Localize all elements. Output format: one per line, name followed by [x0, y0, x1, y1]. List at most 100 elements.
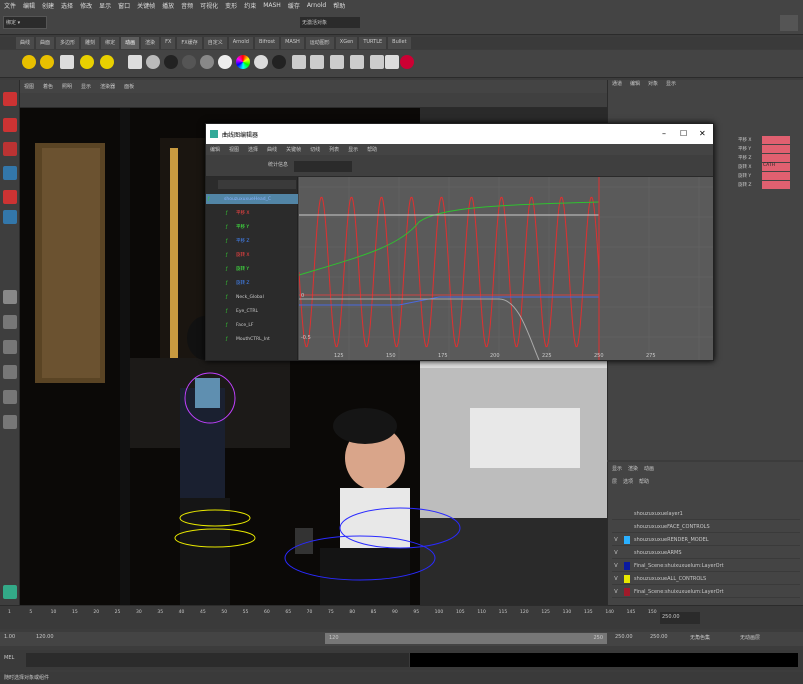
light-icon[interactable] [40, 55, 54, 69]
material-sphere-icon[interactable] [200, 55, 214, 69]
menu-item[interactable]: 关键帧 [137, 1, 155, 10]
outliner-row[interactable]: ƒ 平移 Y [206, 222, 298, 232]
layer-row[interactable]: V Final_Scene:shuixuxuelum:LayerOrt [612, 586, 800, 598]
select-tool-icon[interactable] [3, 92, 17, 106]
outliner-row[interactable]: ƒ Neck_Global [206, 292, 298, 302]
paint-tool-icon[interactable] [3, 142, 17, 156]
menu-item[interactable]: 播放 [162, 1, 174, 10]
menu-item[interactable]: 创建 [42, 1, 54, 10]
layer-visibility[interactable]: V [612, 576, 620, 582]
layer-color-swatch[interactable] [624, 522, 630, 531]
stats-field[interactable] [294, 161, 352, 172]
material-sphere-icon[interactable] [146, 55, 160, 69]
channelbox-tab[interactable]: 通道 [612, 80, 622, 91]
shelf-tab[interactable]: 动画 [121, 37, 140, 49]
light-icon[interactable] [100, 55, 114, 69]
lasso-tool-icon[interactable] [3, 118, 17, 132]
layout-icon[interactable] [3, 290, 17, 304]
menu-item[interactable]: Arnold [307, 2, 326, 9]
menu-item[interactable]: 缓存 [288, 1, 300, 10]
minimize-icon[interactable]: – [662, 129, 666, 138]
graph-editor-graph[interactable]: 125 150 175 200 225 250 275 0 -0.5 [299, 177, 713, 360]
layout-icon[interactable] [3, 390, 17, 404]
layer-row[interactable]: V Final_Scene:shuixuxuelum:LayerOrt [612, 560, 800, 572]
viewport-menu-item[interactable]: 着色 [43, 83, 53, 90]
shelf-tab[interactable]: MASH [281, 37, 304, 49]
outliner-filter-input[interactable] [218, 180, 296, 189]
texture-icon[interactable] [330, 55, 344, 69]
shelf-tab[interactable]: 雕刻 [81, 37, 100, 49]
viewport-menu-item[interactable]: 显示 [81, 83, 91, 90]
menu-item[interactable]: 修改 [80, 1, 92, 10]
layer-color-swatch[interactable] [624, 509, 630, 518]
rotate-tool-icon[interactable] [3, 190, 17, 204]
move-tool-icon[interactable] [3, 166, 17, 180]
layer-color-swatch[interactable] [624, 561, 630, 570]
layer-row[interactable]: VshouzuxuxueARMS [612, 547, 800, 559]
outliner-row[interactable]: ƒ 旋转 Z [206, 278, 298, 288]
viewport-menu-item[interactable]: 视图 [24, 83, 34, 90]
anim-layer-menu[interactable]: 无动画层 [740, 634, 760, 641]
ge-menu-item[interactable]: 帮助 [367, 146, 377, 153]
menu-item[interactable]: 音频 [181, 1, 193, 10]
ge-menu-item[interactable]: 切线 [310, 146, 320, 153]
render-icon[interactable] [128, 55, 142, 69]
color-wheel-icon[interactable] [236, 55, 250, 69]
shelf-tab[interactable]: 运动图形 [305, 37, 334, 49]
outliner-row[interactable]: ƒ 平移 X [206, 208, 298, 218]
shelf-tab[interactable]: TURTLE [359, 37, 387, 49]
ge-menu-item[interactable]: 显示 [348, 146, 358, 153]
shelf-tab[interactable]: FX缓存 [177, 37, 202, 49]
layer-visibility[interactable]: V [612, 537, 620, 543]
layer-menu-item[interactable]: 选项 [623, 478, 633, 485]
shelf-tab[interactable]: XGen [335, 37, 358, 49]
channelbox-tab[interactable]: 显示 [666, 80, 676, 91]
shelf-tab[interactable]: 多边形 [56, 37, 80, 49]
channel-value[interactable] [762, 180, 790, 189]
texture-icon[interactable] [292, 55, 306, 69]
menu-item[interactable]: 选择 [61, 1, 73, 10]
menu-item[interactable]: 帮助 [333, 1, 345, 10]
outliner-row[interactable]: ƒ Face_LF [206, 320, 298, 330]
layer-color-swatch[interactable] [624, 535, 630, 544]
outliner-icon[interactable] [3, 585, 17, 599]
ge-menu-item[interactable]: 编辑 [210, 146, 220, 153]
outliner-row[interactable]: ƒ 旋转 X [206, 250, 298, 260]
mel-input[interactable] [26, 653, 409, 667]
shelf-tab[interactable]: FX [161, 37, 176, 49]
panel-toggle-icon[interactable] [780, 15, 798, 31]
character-set-menu[interactable]: 无角色集 [690, 634, 710, 641]
layer-row[interactable]: VshouzuxuxueRENDER_MODEL [612, 534, 800, 546]
shelf-tab[interactable]: Arnold [228, 37, 253, 49]
material-sphere-icon[interactable] [164, 55, 178, 69]
viewport-menu-item[interactable]: 渲染器 [100, 83, 115, 90]
layout-icon[interactable] [3, 315, 17, 329]
range-end-2[interactable]: 250.00 [650, 634, 668, 640]
layer-visibility[interactable]: V [612, 589, 620, 595]
layer-color-swatch[interactable] [624, 574, 630, 583]
ge-menu-item[interactable]: 视图 [229, 146, 239, 153]
camera-icon[interactable] [60, 55, 74, 69]
object-field[interactable]: 无激活对象 [300, 17, 360, 28]
channel-value[interactable] [762, 171, 790, 180]
menu-item[interactable]: MASH [263, 2, 281, 9]
layer-color-swatch[interactable] [624, 548, 630, 557]
menu-item[interactable]: 变形 [225, 1, 237, 10]
layer-visibility[interactable]: V [612, 563, 620, 569]
layer-tab[interactable]: 动画 [644, 465, 654, 472]
script-icon[interactable] [400, 55, 414, 69]
viewport-menu-item[interactable]: 照明 [62, 83, 72, 90]
channel-value[interactable] [762, 153, 790, 162]
channelbox-tab[interactable]: 编辑 [630, 80, 640, 91]
layer-menu-item[interactable]: 层 [612, 478, 617, 485]
channel-value[interactable]: CATH [762, 162, 790, 171]
texture-icon[interactable] [310, 55, 324, 69]
layout-icon[interactable] [3, 365, 17, 379]
layer-color-swatch[interactable] [624, 587, 630, 596]
menu-item[interactable]: 编辑 [23, 1, 35, 10]
time-slider[interactable]: 1 5 10 15 20 25 30 35 40 45 50 55 60 65 70 75 80 85 90 95 10… [0, 605, 803, 629]
channel-value[interactable] [762, 144, 790, 153]
menu-item[interactable]: 文件 [4, 1, 16, 10]
layer-row[interactable]: shouzuxuxuelayer1 [612, 508, 800, 520]
ge-menu-item[interactable]: 列表 [329, 146, 339, 153]
